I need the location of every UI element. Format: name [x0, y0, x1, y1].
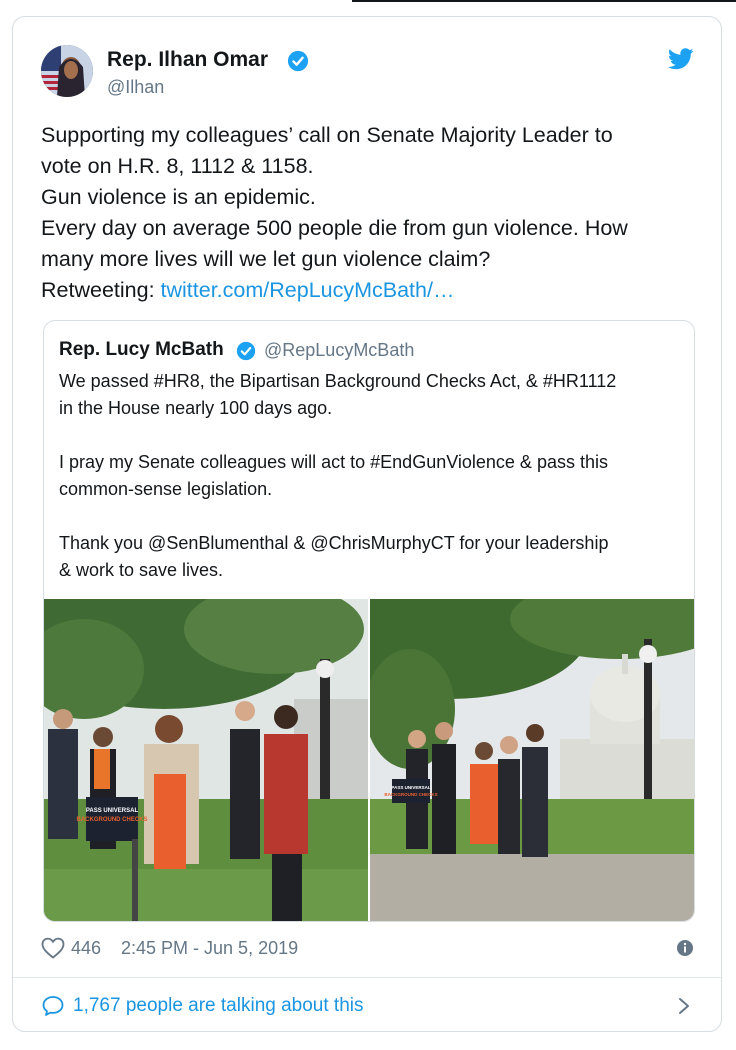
author-name[interactable]: Rep. Ilhan Omar: [107, 48, 268, 72]
tweet-line: vote on H.R. 8, 1112 & 1158.: [41, 154, 314, 178]
verified-badge-icon: [236, 341, 256, 361]
tweet-photo-2[interactable]: PASS UNIVERSAL BACKGROUND CHECKS: [370, 599, 694, 921]
quoted-line: We passed #HR8, the Bipartisan Backgroun…: [59, 371, 617, 391]
quoted-line: common-sense legislation.: [59, 479, 273, 499]
tweet-line: Every day on average 500 people die from…: [41, 216, 628, 240]
quoted-line: & work to save lives.: [59, 560, 224, 580]
tweet-text: Supporting my colleagues’ call on Senate…: [41, 120, 691, 306]
quoted-line: Thank you @SenBlumenthal & @ChrisMurphyC…: [59, 533, 609, 553]
author-handle[interactable]: @Ilhan: [107, 77, 164, 98]
twitter-bird-icon[interactable]: [668, 48, 694, 70]
avatar[interactable]: [41, 45, 93, 97]
like-count[interactable]: 446: [71, 938, 101, 959]
heart-icon[interactable]: [41, 937, 65, 959]
verified-badge-icon: [287, 50, 309, 72]
retweet-prefix: Retweeting:: [41, 278, 155, 302]
tweet-line: many more lives will we let gun violence…: [41, 247, 491, 271]
quoted-line: in the House nearly 100 days ago.: [59, 398, 333, 418]
podium-sign-line1: PASS UNIVERSAL: [86, 808, 139, 814]
podium-sign-line1: PASS UNIVERSAL: [391, 785, 430, 790]
talking-count-label[interactable]: 1,767 people are talking about this: [73, 995, 364, 1017]
quoted-tweet-text: We passed #HR8, the Bipartisan Backgroun…: [59, 368, 684, 584]
tweet-timestamp[interactable]: 2:45 PM - Jun 5, 2019: [121, 938, 298, 959]
reply-bubble-icon: [42, 996, 64, 1016]
embedded-tweet-card: Rep. Ilhan Omar @Ilhan Supporting my col…: [12, 16, 722, 1032]
podium-sign-line2: BACKGROUND CHECKS: [384, 792, 437, 797]
quoted-author-name[interactable]: Rep. Lucy McBath: [59, 339, 224, 361]
tweet-photo-1[interactable]: PASS UNIVERSAL BACKGROUND CHECKS: [44, 599, 368, 921]
info-icon[interactable]: [675, 938, 695, 958]
divider: [13, 977, 721, 978]
chevron-right-icon[interactable]: [675, 995, 693, 1017]
top-edge-line: [352, 0, 736, 2]
tweet-line: Supporting my colleagues’ call on Senate…: [41, 123, 613, 147]
quoted-tweet-link[interactable]: twitter.com/RepLucyMcBath/…: [161, 278, 455, 302]
quoted-line: I pray my Senate colleagues will act to …: [59, 452, 608, 472]
tweet-line: Gun violence is an epidemic.: [41, 185, 316, 209]
quoted-author-handle[interactable]: @RepLucyMcBath: [264, 340, 414, 361]
conversation-link[interactable]: 1,767 people are talking about this: [41, 993, 701, 1021]
quoted-tweet[interactable]: Rep. Lucy McBath @RepLucyMcBath We passe…: [43, 320, 695, 922]
tweet-meta-row: 446 2:45 PM - Jun 5, 2019: [41, 935, 693, 963]
podium-sign-line2: BACKGROUND CHECKS: [76, 817, 147, 823]
retweet-line: Retweeting: twitter.com/RepLucyMcBath/…: [41, 275, 691, 306]
